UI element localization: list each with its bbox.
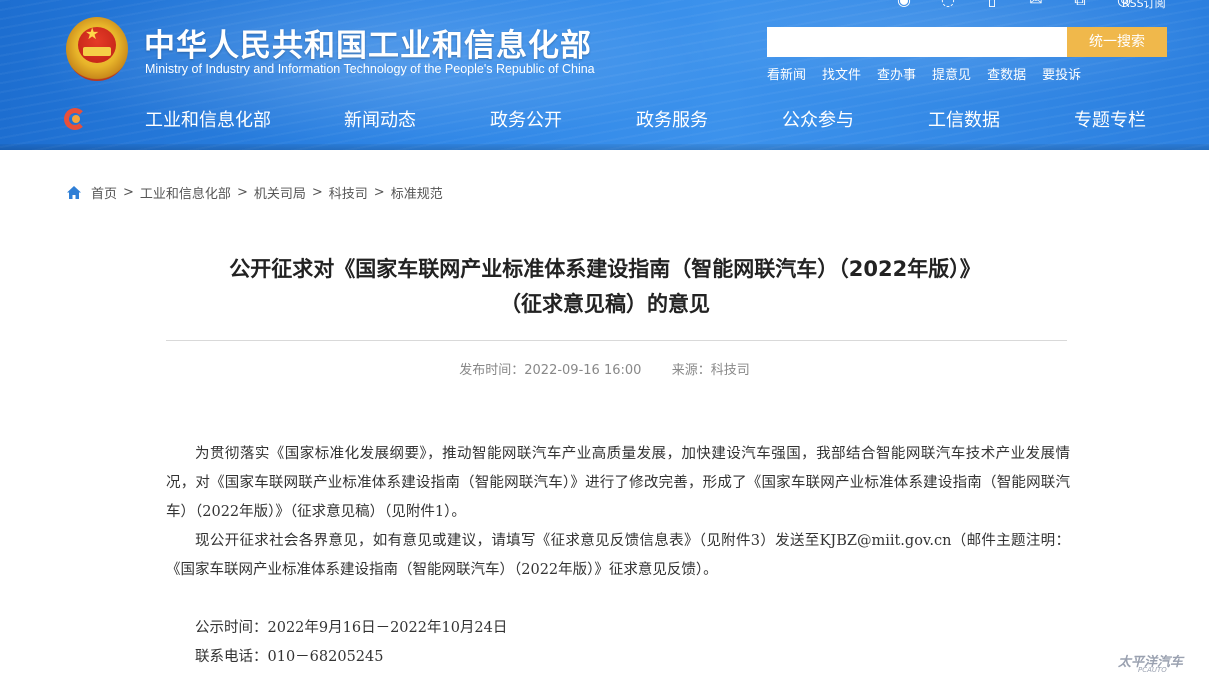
source-value: 科技司 [710, 363, 750, 378]
breadcrumb-standards[interactable]: 标准规范 [391, 183, 443, 202]
publish-time: 2022-09-16 16:00 [524, 363, 642, 378]
site-header: ★ 中华人民共和国工业和信息化部 Ministry of Industry an… [0, 0, 1209, 150]
article-meta: 发布时间：2022-09-16 16:00 来源：科技司 [0, 359, 1209, 378]
quick-link-services[interactable]: 查办事 [877, 64, 916, 83]
wechat-icon[interactable]: ◌ [939, 0, 957, 8]
breadcrumb-home[interactable]: 首页 [91, 183, 117, 202]
nav-item-topics[interactable]: 专题专栏 [1074, 106, 1146, 132]
watermark-sub: PCAUTO [1138, 666, 1167, 674]
breadcrumb-miit[interactable]: 工业和信息化部 [140, 183, 231, 202]
nav-item-miit[interactable]: 工业和信息化部 [145, 106, 271, 132]
logo-dot [72, 115, 80, 123]
national-emblem-icon[interactable]: ★ [66, 17, 128, 81]
emblem-gate-icon [83, 47, 111, 56]
breadcrumb-tech-dept[interactable]: 科技司 [329, 183, 368, 202]
source-label: 来源： [671, 363, 711, 378]
article-paragraph: 为贯彻落实《国家标准化发展纲要》，推动智能网联汽车产业高质量发展，加快建设汽车强… [166, 446, 1070, 520]
breadcrumb-separator: > [123, 185, 134, 200]
title-divider [166, 340, 1067, 341]
nav-item-news[interactable]: 新闻动态 [344, 106, 416, 132]
article-title-line2: （征求意见稿）的意见 [500, 292, 710, 316]
site-subtitle: Ministry of Industry and Information Tec… [145, 62, 595, 76]
notice-period: 公示时间：2022年9月16日－2022年10月24日 [195, 620, 508, 636]
quick-link-feedback[interactable]: 提意见 [932, 64, 971, 83]
article-info: 公示时间：2022年9月16日－2022年10月24日 联系电话：010－682… [166, 614, 1070, 672]
article-title-line1: 公开征求对《国家车联网产业标准体系建设指南（智能网联汽车）（2022年版）》 [229, 257, 981, 281]
mail-icon[interactable]: ✉ [1027, 0, 1045, 8]
rss-label[interactable]: RSS订阅 [1122, 0, 1166, 11]
pcauto-watermark-logo: 太平洋汽车 PCAUTO [1118, 651, 1183, 674]
home-icon[interactable] [66, 185, 82, 200]
site-title[interactable]: 中华人民共和国工业和信息化部 [144, 20, 592, 65]
miit-logo-icon[interactable] [64, 108, 90, 130]
search-button[interactable]: 统一搜索 [1067, 27, 1167, 57]
mobile-icon[interactable]: ▯ [983, 0, 1001, 8]
publish-label: 发布时间： [459, 363, 525, 378]
quick-link-data[interactable]: 查数据 [987, 64, 1026, 83]
nav-item-gov-affairs[interactable]: 政务公开 [490, 106, 562, 132]
breadcrumb-departments[interactable]: 机关司局 [254, 183, 306, 202]
breadcrumb-separator: > [373, 185, 385, 200]
contact-phone: 联系电话：010－68205245 [195, 649, 384, 665]
weibo-icon[interactable]: ◉ [895, 0, 913, 8]
article-paragraph: 现公开征求社会各界意见，如有意见或建议，请填写《征求意见反馈信息表》（见附件3）… [166, 533, 1070, 578]
main-nav: 工业和信息化部 新闻动态 政务公开 政务服务 公众参与 工信数据 专题专栏 [0, 96, 1209, 142]
emblem-star-icon: ★ [85, 24, 100, 43]
article-body: 为贯彻落实《国家标准化发展纲要》，推动智能网联汽车产业高质量发展，加快建设汽车强… [166, 440, 1070, 672]
quick-links: 看新闻 找文件 查办事 提意见 查数据 要投诉 [767, 64, 1097, 83]
quick-link-files[interactable]: 找文件 [822, 64, 861, 83]
nav-item-data[interactable]: 工信数据 [928, 106, 1000, 132]
nav-item-services[interactable]: 政务服务 [636, 106, 708, 132]
quick-link-news[interactable]: 看新闻 [767, 64, 806, 83]
search-input[interactable] [767, 27, 1068, 57]
nav-item-public[interactable]: 公众参与 [782, 106, 854, 132]
breadcrumb-separator: > [311, 185, 323, 200]
breadcrumb-separator: > [236, 185, 248, 200]
breadcrumb: 首页 > 工业和信息化部 > 机关司局 > 科技司 > 标准规范 [66, 183, 443, 202]
quick-link-complaint[interactable]: 要投诉 [1042, 64, 1081, 83]
top-icon-bar: ◉ ◌ ▯ ✉ ⧉ ◎ [895, 0, 1133, 8]
share-icon[interactable]: ⧉ [1071, 0, 1089, 8]
article-title: 公开征求对《国家车联网产业标准体系建设指南（智能网联汽车）（2022年版）》 （… [150, 252, 1060, 322]
